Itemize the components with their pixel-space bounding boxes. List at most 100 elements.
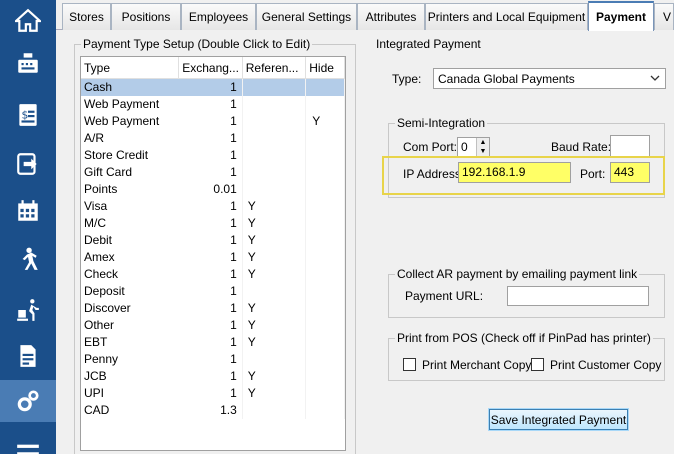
table-row[interactable]: JCB 1 Y	[81, 368, 345, 385]
invoice-icon: $	[19, 104, 37, 126]
cell-reference	[243, 96, 307, 113]
table-row[interactable]: Store Credit 1	[81, 147, 345, 164]
nav-register[interactable]	[0, 42, 56, 84]
table-row[interactable]: A/R 1	[81, 130, 345, 147]
table-row[interactable]: Web Payment 1	[81, 96, 345, 113]
table-row[interactable]: Other 1 Y	[81, 317, 345, 334]
table-row[interactable]: Deposit 1	[81, 283, 345, 300]
tab-positions[interactable]: Positions	[111, 3, 181, 30]
nav-report[interactable]	[0, 335, 56, 377]
com-port-stepper[interactable]: 0 ▲ ▼	[457, 137, 490, 157]
cell-hide	[306, 232, 345, 249]
table-row[interactable]: UPI 1 Y	[81, 385, 345, 402]
table-row[interactable]: Points 0.01	[81, 181, 345, 198]
cell-type: Cash	[84, 80, 113, 94]
col-type-header[interactable]: Type	[81, 57, 180, 79]
cell-reference: Y	[243, 249, 307, 266]
print-from-pos-title: Print from POS (Check off if PinPad has …	[395, 331, 653, 345]
cell-reference: Y	[243, 215, 307, 232]
table-row[interactable]: CAD 1.3	[81, 402, 345, 419]
baud-rate-input[interactable]	[610, 135, 650, 157]
table-row[interactable]: Web Payment 1 Y	[81, 113, 345, 130]
table-row[interactable]: Discover 1 Y	[81, 300, 345, 317]
tab-general-settings[interactable]: General Settings	[256, 3, 357, 30]
cell-type: Points	[84, 182, 118, 196]
settings-gear-icon	[17, 390, 39, 412]
tab-overflow[interactable]: V	[654, 3, 674, 30]
table-row[interactable]: Amex 1 Y	[81, 249, 345, 266]
ip-address-label: IP Address:	[403, 167, 465, 181]
nav-walk[interactable]	[0, 238, 56, 280]
cell-hide	[306, 283, 345, 300]
ip-address-input[interactable]: 192.168.1.9	[458, 162, 571, 183]
cell-hide	[306, 300, 345, 317]
spin-down-icon[interactable]: ▼	[477, 147, 489, 156]
nav-settings[interactable]	[0, 380, 56, 422]
cell-reference	[243, 113, 307, 130]
cell-type: Visa	[84, 199, 108, 213]
cell-exchange: 1	[179, 79, 243, 96]
nav-menu[interactable]	[0, 428, 56, 454]
tab-printers[interactable]: Printers and Local Equipment	[425, 3, 588, 30]
nav-logout[interactable]	[0, 143, 56, 185]
chevron-down-icon	[650, 75, 660, 81]
table-row[interactable]: M/C 1 Y	[81, 215, 345, 232]
nav-calendar[interactable]	[0, 190, 56, 232]
cell-exchange: 1	[179, 198, 243, 215]
print-customer-copy-checkbox[interactable]	[531, 358, 544, 371]
com-port-value: 0	[461, 140, 468, 154]
cell-reference: Y	[243, 334, 307, 351]
save-integrated-payment-button[interactable]: Save Integrated Payment	[488, 408, 629, 431]
cell-reference: Y	[243, 317, 307, 334]
list-header: Type Exchang... Referen... Hide	[81, 57, 345, 79]
cell-hide	[306, 198, 345, 215]
cell-exchange: 1	[179, 300, 243, 317]
spin-up-icon[interactable]: ▲	[477, 138, 489, 147]
cell-exchange: 1	[179, 164, 243, 181]
print-customer-copy-label: Print Customer Copy	[550, 358, 662, 372]
table-row[interactable]: Visa 1 Y	[81, 198, 345, 215]
cell-reference	[243, 130, 307, 147]
home-icon	[15, 8, 41, 32]
table-row[interactable]: Check 1 Y	[81, 266, 345, 283]
table-row[interactable]: Gift Card 1	[81, 164, 345, 181]
cell-exchange: 1	[179, 130, 243, 147]
nav-invoice[interactable]: $	[0, 94, 56, 136]
tab-payment[interactable]: Payment	[588, 1, 654, 31]
tab-employees[interactable]: Employees	[181, 3, 256, 30]
com-port-label: Com Port:	[403, 140, 458, 154]
cash-register-icon	[18, 53, 38, 73]
cell-type: Check	[84, 267, 119, 281]
tab-attributes[interactable]: Attributes	[357, 3, 425, 30]
nav-home[interactable]	[0, 0, 56, 42]
cell-type: Debit	[84, 233, 113, 247]
cell-hide	[306, 317, 345, 334]
sidebar-nav: $	[0, 0, 56, 454]
payment-url-label: Payment URL:	[405, 289, 484, 303]
tab-stores[interactable]: Stores	[62, 3, 111, 30]
cell-type: Discover	[84, 301, 131, 315]
cell-exchange: 1	[179, 215, 243, 232]
table-row[interactable]: EBT 1 Y	[81, 334, 345, 351]
nav-delivery[interactable]	[0, 289, 56, 331]
col-exchange-header[interactable]: Exchang...	[179, 57, 243, 79]
port-input[interactable]: 443	[610, 162, 650, 183]
table-row[interactable]: Debit 1 Y	[81, 232, 345, 249]
cell-type: Other	[84, 318, 115, 332]
cell-type: JCB	[84, 369, 107, 383]
col-reference-header[interactable]: Referen...	[243, 57, 307, 79]
print-merchant-copy-checkbox[interactable]	[403, 358, 416, 371]
payment-url-input[interactable]	[507, 286, 649, 306]
cell-exchange: 1	[179, 317, 243, 334]
cell-reference	[243, 181, 307, 198]
table-row[interactable]: Penny 1	[81, 351, 345, 368]
cell-reference: Y	[243, 232, 307, 249]
type-select[interactable]: Canada Global Payments	[433, 68, 666, 89]
col-hide-header[interactable]: Hide	[306, 57, 345, 79]
baud-rate-label: Baud Rate:	[551, 140, 612, 154]
table-row[interactable]: Cash 1	[81, 79, 345, 96]
cell-reference: Y	[243, 300, 307, 317]
payment-type-list[interactable]: Type Exchang... Referen... Hide Cash 1 Web…	[80, 56, 346, 451]
cell-type: A/R	[84, 131, 105, 145]
cell-type: Web Payment	[84, 114, 160, 128]
